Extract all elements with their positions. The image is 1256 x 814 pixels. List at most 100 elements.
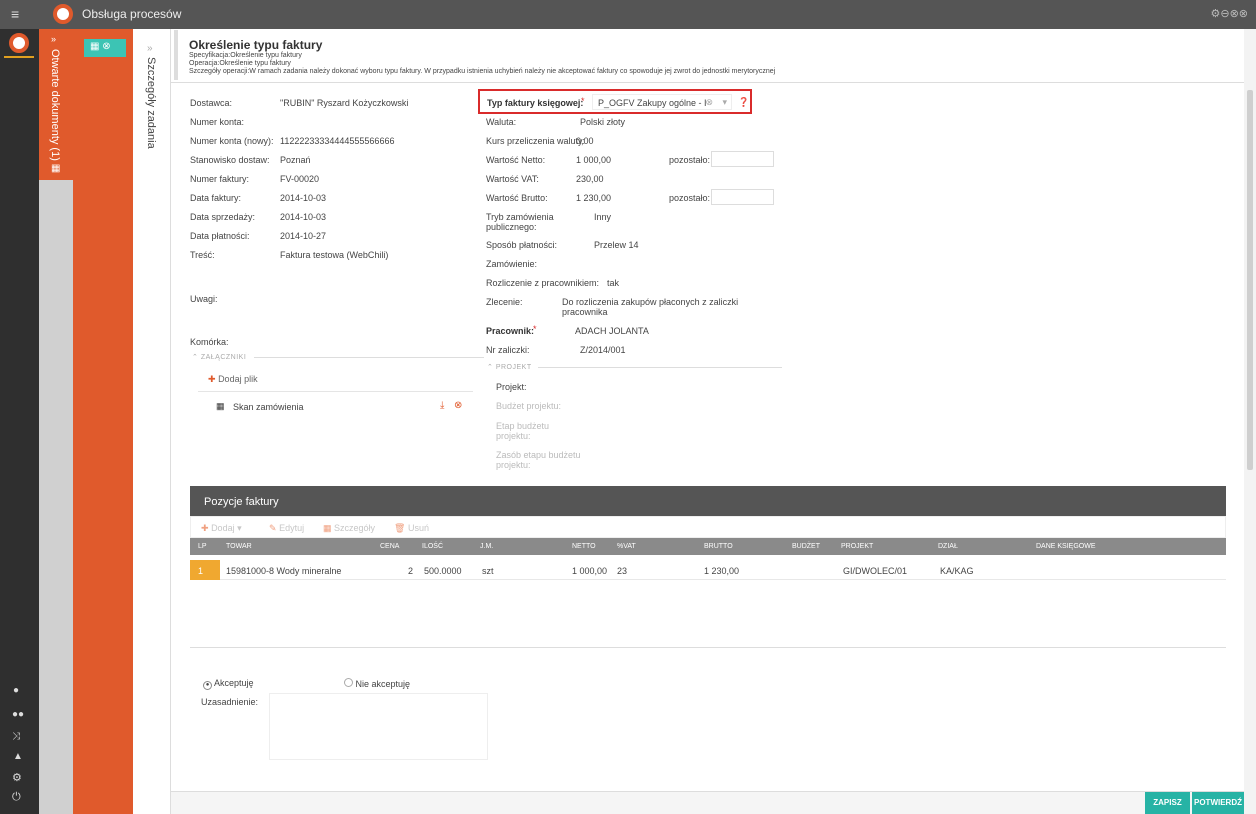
accept-radio[interactable]: ● Akceptuję [203, 678, 254, 690]
right-field-label: Nr zaliczki: [486, 345, 530, 355]
right-field-label: Sposób płatności: [486, 240, 558, 250]
help-icon[interactable]: ❓ [738, 97, 749, 108]
column-header[interactable]: TOWAR [226, 543, 252, 550]
right-field-label: Zamówienie: [486, 259, 538, 269]
left-field-value: "RUBIN" Ryszard Kożyczkowski [280, 98, 409, 108]
add-button[interactable]: ✚ Dodaj ▾ [201, 523, 242, 534]
column-header[interactable]: LP [198, 543, 207, 550]
column-header[interactable]: %VAT [617, 543, 636, 550]
invoice-type-select[interactable]: P_OGFV Zakupy ogólne - I ⊗ ▾ [592, 94, 732, 110]
chevron-icon[interactable]: » [51, 34, 56, 44]
task-details-column[interactable]: » Szczegóły zadania [133, 29, 171, 814]
column-header[interactable]: NETTO [572, 543, 596, 550]
add-label: Dodaj [211, 523, 235, 533]
shuffle-icon[interactable]: ⤨ [12, 731, 20, 742]
document-tab[interactable]: ▦ ⊗ [84, 39, 126, 57]
column-header[interactable]: CENA [380, 543, 399, 550]
page-title: Określenie typu faktury [189, 38, 323, 52]
edit-icon: ✎ [269, 523, 277, 533]
reason-field[interactable] [269, 693, 488, 760]
remaining-label: pozostało: [669, 155, 711, 165]
left-field-value: 2014-10-27 [280, 231, 327, 241]
column-header[interactable]: PROJEKT [841, 543, 873, 550]
open-docs-label[interactable]: Otwarte dokumenty (1) [49, 49, 61, 161]
right-field-value: tak [607, 278, 620, 288]
left-field-label: Numer konta: [190, 117, 245, 127]
invoice-type-box: Typ faktury księgowej: * P_OGFV Zakupy o… [478, 89, 752, 114]
left-field-label: Data sprzedaży: [190, 212, 256, 222]
left-field-label: Stanowisko dostaw: [190, 155, 270, 165]
positions-header: Pozycje faktury [190, 486, 1226, 516]
edit-label: Edytuj [279, 523, 305, 533]
left-field-label: Dostawca: [190, 98, 233, 108]
left-field-value: 11222233334444555566666 [280, 136, 395, 146]
confirm-button[interactable]: POTWIERDŹ [1192, 792, 1244, 814]
user-icon[interactable]: ● [13, 685, 19, 696]
chevron-down-icon[interactable]: ▾ [722, 97, 727, 108]
left-field-label: Data faktury: [190, 193, 242, 203]
left-rail: ● ●● ⤨ ▲ ⚙ ⏻ [0, 29, 39, 814]
power-icon[interactable]: ⏻ [12, 791, 21, 804]
users-icon[interactable]: ●● [12, 709, 24, 720]
left-field-value: Faktura testowa (WebChili) [280, 250, 389, 260]
right-field-value: ADACH JOLANTA [575, 326, 649, 336]
left-field-value: 2014-10-03 [280, 212, 327, 222]
gear-icon[interactable]: ⚙ [12, 771, 22, 784]
column-header[interactable]: BUDŻET [792, 543, 820, 550]
grid-icon: ▦ [216, 401, 225, 411]
table-cell: 1 [198, 566, 204, 576]
reject-radio[interactable]: Nie akceptuję [344, 678, 410, 689]
right-field-value: Przelew 14 [594, 240, 639, 250]
table-cell: 500.0000 [424, 566, 462, 576]
save-button[interactable]: ZAPISZ [1145, 792, 1190, 814]
right-field-label: Zlecenie: [486, 297, 523, 307]
task-details-label[interactable]: Szczegóły zadania [145, 57, 157, 149]
right-field-value: 1 000,00 [576, 155, 612, 165]
project-stage-label: Etap budżetu projektu: [496, 421, 550, 441]
komorka-label: Komórka: [190, 337, 229, 347]
right-field-value: Polski złoty [580, 117, 626, 127]
details-button[interactable]: ▦ Szczegóły [323, 523, 375, 534]
table-cell: 1 000,00 [572, 566, 608, 576]
remove-icon[interactable]: ⊗ [454, 400, 462, 411]
menu-icon[interactable]: ≡ [11, 6, 19, 22]
right-field-label: Pracownik: [486, 326, 535, 336]
table-row[interactable]: 1 15981000-8 Wody mineralne 2 500.0000 szt 1 … [190, 560, 1226, 580]
edit-button[interactable]: ✎ Edytuj [269, 523, 304, 534]
app-logo-icon [53, 4, 73, 24]
column-header[interactable]: DZIAŁ [938, 543, 958, 550]
chevron-icon[interactable]: » [147, 43, 153, 54]
delete-button[interactable]: 🗑 Usuń [394, 523, 429, 534]
attachment-name: Skan zamówienia [233, 402, 304, 412]
window-controls[interactable]: ⚙⊖⊗⊗ [1210, 7, 1248, 20]
right-field-label: Tryb zamówienia publicznego: [486, 212, 554, 232]
left-field-value: Poznań [280, 155, 311, 165]
table-cell: szt [482, 566, 494, 576]
operation-text: Operacja:Określenie typu faktury [189, 60, 291, 67]
grid-icon[interactable]: ▦ [51, 163, 60, 174]
radio-unchecked-icon [344, 678, 353, 687]
reason-label: Uzasadnienie: [201, 697, 259, 707]
radio-checked-icon: ● [203, 681, 212, 690]
column-header[interactable]: DANE KSIĘGOWE [1036, 543, 1096, 550]
uwagi-label: Uwagi: [190, 294, 218, 304]
invoice-type-label: Typ faktury księgowej: [487, 98, 584, 108]
bottom-bar [171, 791, 1244, 814]
remaining-input[interactable] [711, 151, 774, 167]
clear-icon[interactable]: ⊗ [705, 97, 713, 108]
project-title: PROJEKT [495, 364, 532, 371]
column-header[interactable]: ILOŚĆ [422, 543, 443, 550]
attachment-item[interactable]: ▦ Skan zamówienia ⤓ ⊗ [198, 396, 473, 418]
right-field-value: 230,00 [576, 174, 604, 184]
project-section: ⌃ PROJEKT [487, 364, 532, 371]
column-header[interactable]: BRUTTO [704, 543, 733, 550]
left-field-value: FV-00020 [280, 174, 320, 184]
app-title: Obsługa procesów [82, 7, 182, 21]
column-header[interactable]: J.M. [480, 543, 493, 550]
warning-icon[interactable]: ▲ [13, 751, 23, 762]
download-icon[interactable]: ⤓ [440, 400, 444, 411]
add-file-button[interactable]: ✚ Dodaj plik [208, 374, 258, 385]
delete-label: Usuń [407, 523, 429, 533]
remaining-input[interactable] [711, 189, 774, 205]
scrollbar-thumb[interactable] [1247, 90, 1253, 470]
